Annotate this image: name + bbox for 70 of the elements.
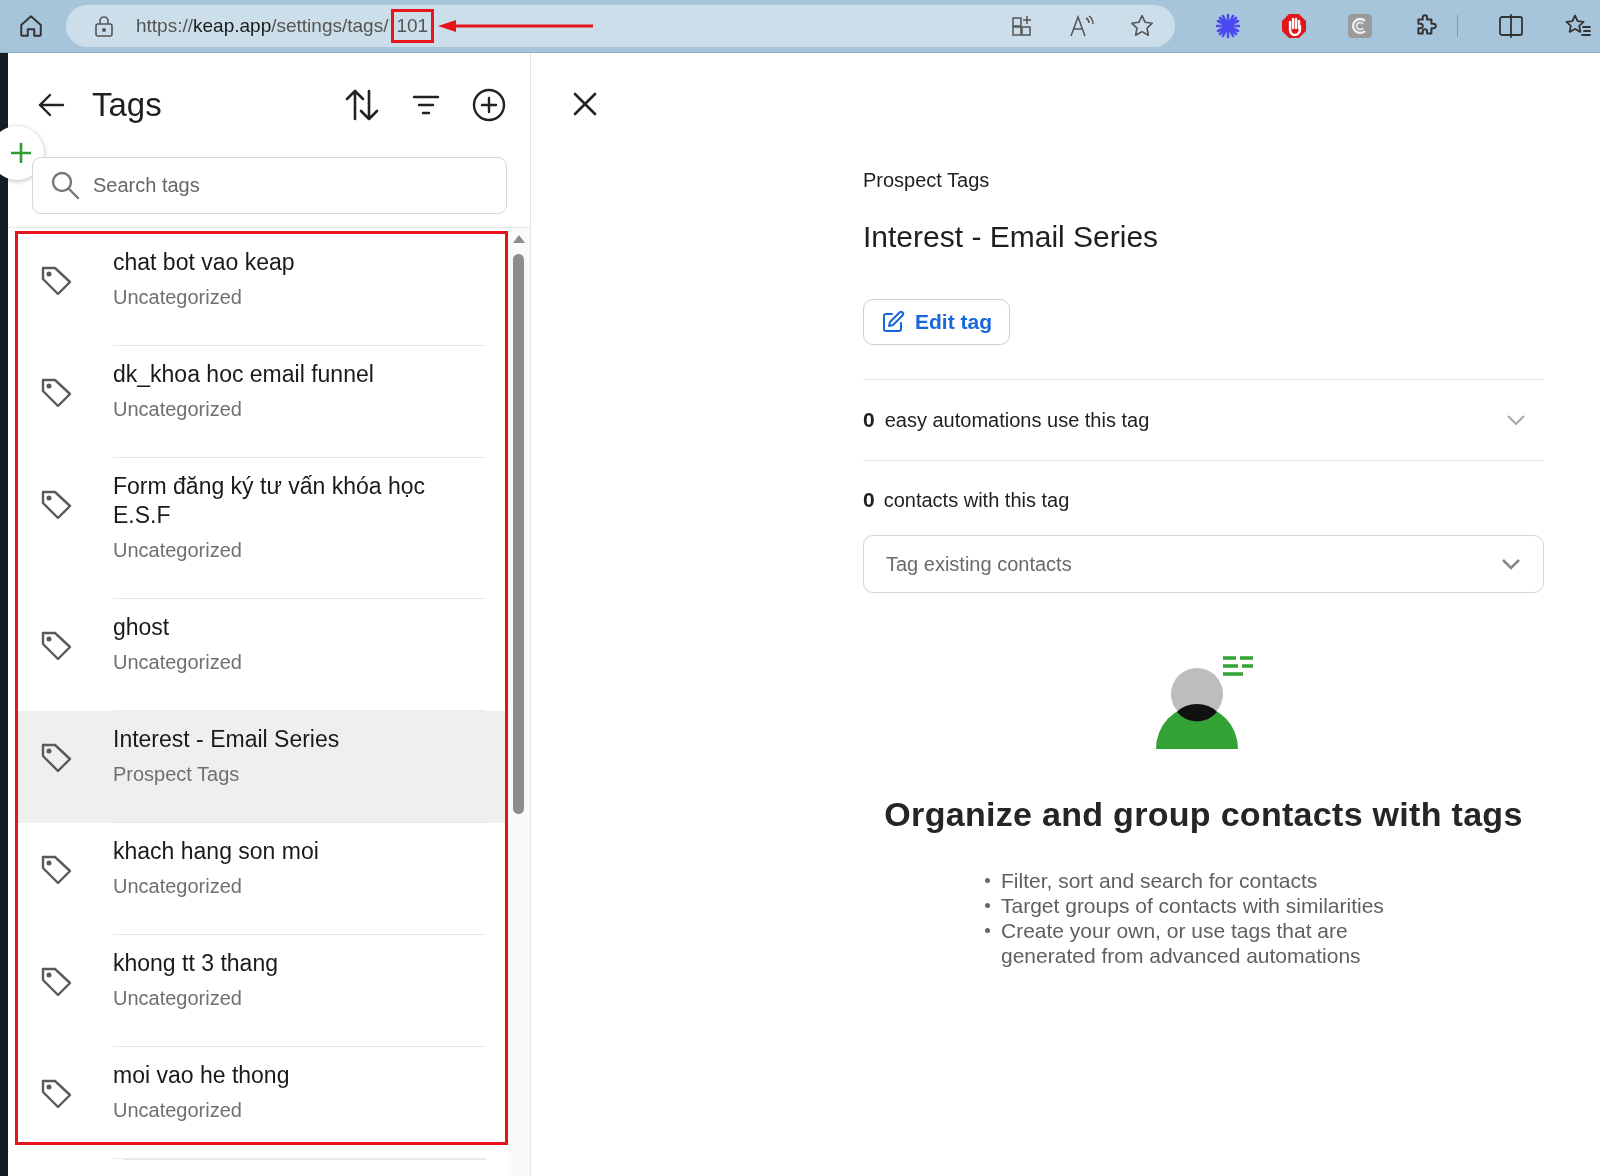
tag-category: Uncategorized	[113, 285, 243, 310]
tag-contacts-dropdown[interactable]: Tag existing contacts	[863, 535, 1544, 593]
tag-list-item[interactable]: Form đăng ký tư vấn khóa học E.S.F Uncategorized	[18, 458, 508, 599]
add-floating-button[interactable]	[0, 126, 44, 180]
bullet-text: Create your own, or use tags that are generated from advanced automations	[1001, 918, 1362, 968]
bullet-dot	[985, 878, 990, 883]
tag-category: Uncategorized	[113, 874, 243, 899]
sort-button[interactable]	[344, 88, 380, 122]
tag-name: moi vao he thong	[113, 1061, 291, 1090]
tag-name: khach hang son moi	[113, 837, 320, 866]
close-button[interactable]	[572, 91, 598, 117]
tag-list-item[interactable]: khong tt 3 thang Uncategorized	[18, 935, 508, 1047]
tag-icon	[40, 488, 72, 520]
tag-list-item[interactable]: chat bot vao keap Uncategorized	[18, 234, 508, 346]
tag-category: Prospect Tags	[113, 762, 241, 787]
contacts-label: contacts with this tag	[883, 488, 1070, 512]
bullet-dot	[985, 903, 990, 908]
tag-name: ghost	[113, 613, 171, 642]
plus-icon	[9, 141, 33, 165]
edit-icon	[881, 310, 905, 334]
tag-icon	[40, 853, 72, 885]
stop-hand-icon[interactable]	[1281, 13, 1307, 39]
tag-icon	[40, 376, 72, 408]
tag-category: Uncategorized	[113, 397, 243, 422]
favorites-icon[interactable]	[1564, 13, 1592, 39]
tag-name: Form đăng ký tư vấn khóa học E.S.F	[113, 472, 426, 530]
lock-icon[interactable]	[94, 15, 114, 37]
automations-label: easy automations use this tag	[884, 408, 1151, 432]
tag-name: chat bot vao keap	[113, 248, 296, 277]
tag-list-item[interactable]: dk_khoa hoc email funnel Uncategorized	[18, 346, 508, 458]
tag-category: Uncategorized	[113, 650, 243, 675]
bullet-dot	[985, 928, 990, 933]
tag-name: khong tt 3 thang	[113, 949, 279, 978]
contacts-count: 0	[863, 488, 875, 512]
tag-icon	[40, 264, 72, 296]
add-tag-button[interactable]	[472, 88, 506, 122]
chevron-icon	[1501, 558, 1521, 570]
filter-button[interactable]	[412, 94, 440, 116]
tag-category: Uncategorized	[113, 986, 243, 1011]
tag-icon	[40, 1077, 72, 1109]
scroll-up-icon[interactable]	[513, 234, 525, 243]
asterisk-extension-icon[interactable]	[1215, 13, 1241, 39]
scrollbar[interactable]	[508, 228, 530, 1176]
star-icon[interactable]	[1129, 13, 1155, 39]
tag-name: dk_khoa hoc email funnel	[113, 360, 375, 389]
edit-tag-button[interactable]: Edit tag	[863, 299, 1010, 345]
tag-icon	[40, 629, 72, 661]
automations-count: 0	[863, 408, 875, 432]
search-icon	[50, 170, 80, 200]
chevron-icon	[1506, 414, 1526, 426]
tag-list-item[interactable]: Interest - Email Series Prospect Tags	[18, 711, 508, 823]
read-aloud-icon[interactable]	[1069, 14, 1095, 38]
tag-category: Uncategorized	[113, 538, 243, 563]
home-icon[interactable]	[18, 13, 44, 39]
split-screen-icon[interactable]	[1498, 14, 1524, 38]
empty-state-heading: Organize and group contacts with tags	[883, 795, 1524, 834]
tag-title: Interest - Email Series	[863, 219, 1160, 255]
tag-name: Interest - Email Series	[113, 725, 341, 754]
tag-icon	[40, 965, 72, 997]
address-bar[interactable]: https://keap.app/settings/tags/ 101	[66, 5, 1175, 47]
tag-list-item[interactable]: moi vao he thong Uncategorized	[18, 1047, 508, 1159]
panel-title: Tags	[92, 86, 163, 124]
bullet-text: Target groups of contacts with similarities	[1001, 893, 1385, 918]
automations-row[interactable]: 0 easy automations use this tag	[863, 380, 1544, 460]
search-field[interactable]: Search tags	[32, 157, 507, 214]
tag-category: Uncategorized	[113, 1098, 243, 1123]
tag-category: Prospect Tags	[863, 168, 991, 193]
tag-list-item[interactable]: khach hang son moi Uncategorized	[18, 823, 508, 935]
tag-icon	[40, 741, 72, 773]
bullet-text: Filter, sort and search for contacts	[1001, 868, 1319, 893]
